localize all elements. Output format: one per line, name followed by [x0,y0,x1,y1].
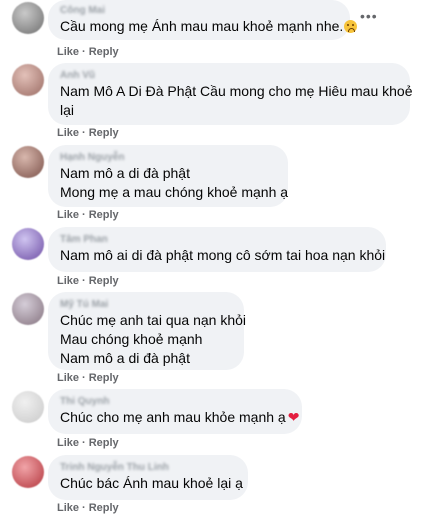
more-options-icon[interactable]: ••• [360,9,382,23]
reply-button[interactable]: Reply [89,372,119,384]
comment-text: Chúc cho mẹ anh mau khỏe mạnh ạ ❤ [60,408,300,427]
like-button[interactable]: Like [57,209,79,221]
comment-author[interactable]: Mỹ Tú Mai [60,298,232,311]
heart-icon: ❤ [287,409,300,425]
comment-text: Cầu mong mẹ Ánh mau mau khoẻ mạnh nhe. [60,17,358,36]
comment-line: Chúc cho mẹ anh mau khỏe mạnh ạ ❤ [60,409,300,425]
reply-button[interactable]: Reply [89,46,119,58]
separator: · [82,127,86,139]
comment-text: Chúc mẹ anh tai qua nạn khỏi Mau chóng k… [60,311,247,368]
like-button[interactable]: Like [57,502,79,514]
comment-author[interactable]: Hạnh Nguyễn [60,151,276,164]
avatar[interactable] [12,293,44,325]
comment-line: Nam mô a di đà phật [60,165,190,181]
comment-bubble: Anh Vũ Nam Mô A Di Đà Phật Cầu mong cho … [48,63,413,125]
comment-actions: Like · Reply [57,436,119,450]
like-button[interactable]: Like [57,437,79,449]
avatar[interactable] [12,456,44,488]
comment-actions: Like · Reply [57,501,119,515]
avatar[interactable] [12,391,44,423]
comment-author[interactable]: Tâm Phan [60,233,374,246]
comment-bubble: Thi Quynh Chúc cho mẹ anh mau khỏe mạnh … [48,389,302,434]
comment-line: Nam mô a di đà phật [60,350,190,366]
comment-line: Mong mẹ a mau chóng khoẻ mạnh ạ [60,184,289,200]
comment-text: Chúc bác Ánh mau khoẻ lại ạ [60,474,243,493]
reply-button[interactable]: Reply [89,209,119,221]
comment-bubble: Mỹ Tú Mai Chúc mẹ anh tai qua nạn khỏi M… [48,292,247,370]
separator: · [82,502,86,514]
comment-text: Nam mô ai di đà phật mong cô sớm tai hoa… [60,246,386,265]
reply-button[interactable]: Reply [89,437,119,449]
separator: · [82,46,86,58]
separator: · [82,209,86,221]
like-button[interactable]: Like [57,372,79,384]
reply-button[interactable]: Reply [89,502,119,514]
comment-author[interactable]: Thi Quynh [60,395,290,408]
comment-text: Nam Mô A Di Đà Phật Cầu mong cho mẹ Hiêu… [60,82,413,120]
avatar[interactable] [12,64,44,96]
comment-bubble: Tâm Phan Nam mô ai di đà phật mong cô sớ… [48,227,386,272]
comment-actions: Like · Reply [57,45,119,59]
comment-line: Nam mô ai di đà phật mong cô sớm tai hoa… [60,247,386,263]
like-button[interactable]: Like [57,127,79,139]
comment-line: Cầu mong mẹ Ánh mau mau khoẻ mạnh nhe. [60,17,358,36]
separator: · [82,275,86,287]
comment-bubble: Hạnh Nguyễn Nam mô a di đà phật Mong mẹ … [48,145,288,207]
separator: · [82,372,86,384]
comment-bubble: Công Mai Cầu mong mẹ Ánh mau mau khoẻ mạ… [48,0,358,40]
avatar[interactable] [12,228,44,260]
comment-line: Chúc bác Ánh mau khoẻ lại ạ [60,475,243,491]
like-button[interactable]: Like [57,275,79,287]
comment-actions: Like · Reply [57,371,119,385]
avatar[interactable] [12,2,44,34]
comment-text: Nam mô a di đà phật Mong mẹ a mau chóng … [60,164,289,202]
reply-button[interactable]: Reply [89,275,119,287]
comment-actions: Like · Reply [57,274,119,288]
comment-line: Chúc mẹ anh tai qua nạn khỏi [60,312,247,328]
comment-actions: Like · Reply [57,126,119,140]
reply-button[interactable]: Reply [89,127,119,139]
comment-line: Nam Mô A Di Đà Phật Cầu mong cho mẹ Hiêu… [60,83,413,99]
avatar[interactable] [12,146,44,178]
comment-line: Mau chóng khoẻ mạnh [60,331,203,347]
sad-face-icon [344,20,358,33]
comment-actions: Like · Reply [57,208,119,222]
comment-line: lại [60,102,75,118]
comment-author[interactable]: Công Mai [60,4,338,17]
separator: · [82,437,86,449]
comment-bubble: Trinh Nguyễn Thu Linh Chúc bác Ánh mau k… [48,455,248,500]
comment-author[interactable]: Trinh Nguyễn Thu Linh [60,461,236,474]
like-button[interactable]: Like [57,46,79,58]
comment-author[interactable]: Anh Vũ [60,69,398,82]
